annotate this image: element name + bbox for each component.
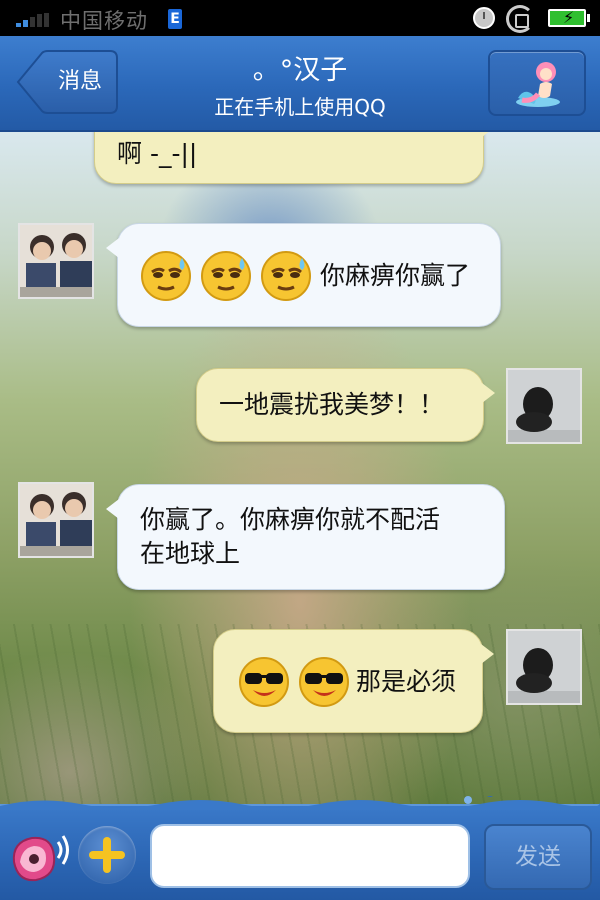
my-photo — [508, 631, 580, 703]
message-text: 你麻痹你赢了 — [320, 261, 471, 290]
friend-avatar[interactable] — [18, 482, 94, 558]
sweat-smile-emoji — [140, 250, 192, 302]
friend-avatar[interactable] — [18, 223, 94, 299]
my-photo — [508, 370, 580, 442]
message-bubble-outgoing[interactable]: 啊 -_-|| — [94, 132, 495, 184]
back-to-messages-button[interactable]: 消息 — [16, 50, 118, 114]
alarm-clock-icon — [473, 7, 495, 29]
friend-photo — [20, 484, 92, 556]
network-type-badge: E — [168, 9, 182, 29]
chat-header: 消息 。°汉子 正在手机上使用QQ — [0, 36, 600, 132]
my-avatar[interactable] — [506, 368, 582, 444]
contact-profile-button[interactable] — [488, 50, 586, 116]
sweat-smile-emoji — [260, 250, 312, 302]
voice-message-button[interactable] — [8, 828, 72, 888]
wave-decoration — [0, 796, 600, 810]
contact-name: 。°汉子 — [252, 55, 348, 86]
status-bar: 中国移动 E ⚡ — [0, 0, 600, 36]
message-text: 那是必须 — [356, 667, 457, 696]
message-text: 一地震扰我美梦！！ — [219, 390, 445, 419]
back-button-label: 消息 — [57, 69, 102, 94]
message-text-line: 在地球上 — [140, 539, 241, 568]
send-button[interactable]: 发送 — [484, 824, 592, 890]
message-text: 啊 -_-|| — [117, 139, 198, 168]
add-attachment-button[interactable] — [78, 826, 136, 884]
message-bubble-incoming[interactable]: 你赢了。你麻痹你就不配活 在地球上 — [106, 484, 505, 590]
message-input[interactable] — [150, 824, 470, 888]
carrier-name: 中国移动 — [60, 9, 148, 33]
cool-sunglasses-emoji — [238, 656, 290, 708]
signal-strength-icon — [16, 13, 52, 27]
contact-status: 正在手机上使用QQ — [214, 95, 386, 119]
input-bar: 发送 — [0, 796, 600, 900]
battery-charging-icon: ⚡ — [548, 8, 590, 27]
conch-voice-icon — [12, 835, 69, 882]
friend-photo — [20, 225, 92, 297]
chat-area[interactable]: 啊 -_-|| 你麻痹你赢了 一地震扰我美梦！！ 你赢了。你麻痹你就不配活 在地… — [0, 132, 600, 804]
message-bubble-outgoing[interactable]: 一地震扰我美梦！！ — [196, 368, 495, 442]
mermaid-icon — [516, 62, 560, 107]
message-bubble-outgoing[interactable]: 那是必须 — [213, 629, 494, 733]
message-bubble-incoming[interactable]: 你麻痹你赢了 — [106, 223, 501, 327]
sweat-smile-emoji — [200, 250, 252, 302]
rotation-lock-icon — [506, 5, 534, 33]
my-avatar[interactable] — [506, 629, 582, 705]
cool-sunglasses-emoji — [298, 656, 350, 708]
message-text-line: 你赢了。你麻痹你就不配活 — [140, 505, 441, 534]
